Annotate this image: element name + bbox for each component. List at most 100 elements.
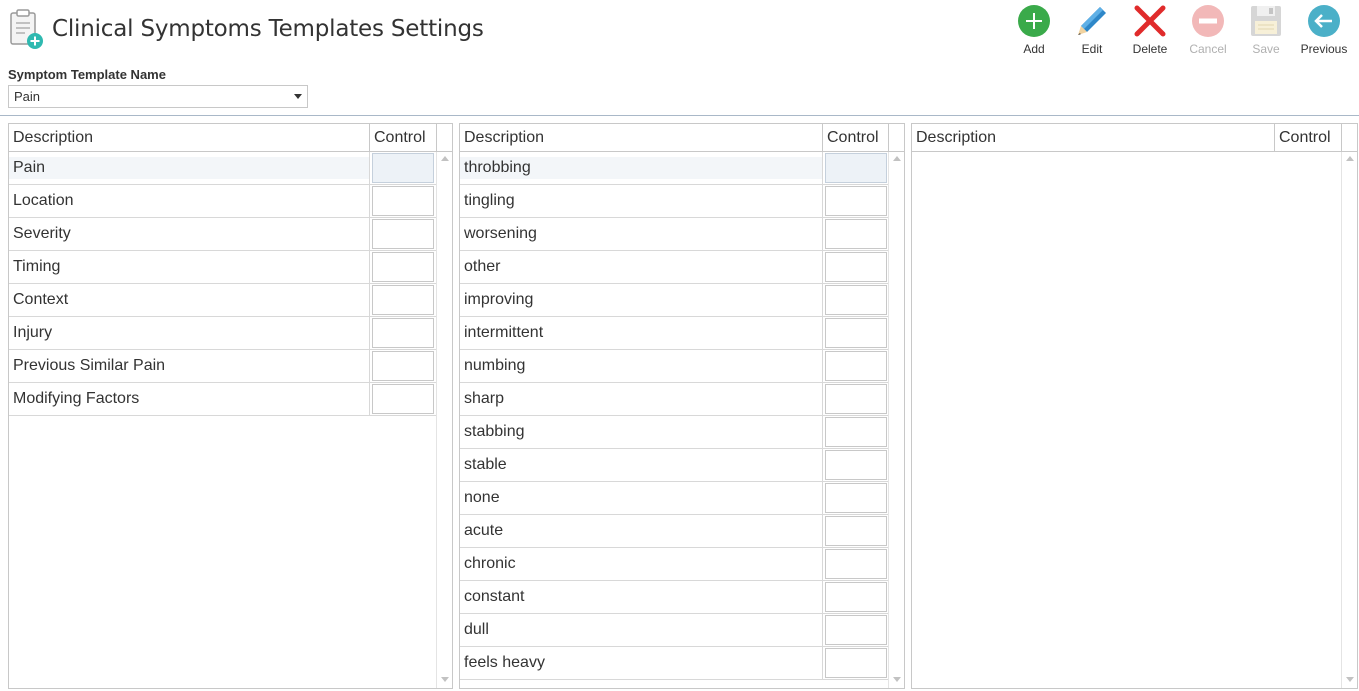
column-header-description[interactable]: Description <box>912 124 1275 151</box>
add-button[interactable]: Add <box>1005 4 1063 56</box>
row-description[interactable]: improving <box>460 284 823 316</box>
delete-button[interactable]: Delete <box>1121 4 1179 56</box>
row-description[interactable]: feels heavy <box>460 647 823 679</box>
row-control-cell <box>370 185 436 217</box>
row-control-input[interactable] <box>825 318 887 348</box>
column-header-control[interactable]: Control <box>1275 124 1342 151</box>
column-header-description[interactable]: Description <box>9 124 370 151</box>
row-control-input[interactable] <box>825 219 887 249</box>
table-row[interactable]: other <box>460 251 889 284</box>
table-row[interactable]: improving <box>460 284 889 317</box>
row-control-input[interactable] <box>825 549 887 579</box>
template-name-select[interactable]: Pain <box>8 85 308 108</box>
row-description[interactable]: none <box>460 482 823 514</box>
row-description[interactable]: constant <box>460 581 823 613</box>
dropdown-arrow-icon[interactable] <box>294 94 302 99</box>
row-description[interactable]: Context <box>9 284 370 316</box>
row-control-input[interactable] <box>825 483 887 513</box>
previous-button[interactable]: Previous <box>1295 4 1353 56</box>
table-row[interactable]: sharp <box>460 383 889 416</box>
edit-button[interactable]: Edit <box>1063 4 1121 56</box>
row-control-input[interactable] <box>825 351 887 381</box>
table-row[interactable]: feels heavy <box>460 647 889 680</box>
table-row[interactable]: Modifying Factors <box>9 383 436 416</box>
add-icon <box>1018 5 1050 37</box>
row-control-input[interactable] <box>825 153 887 183</box>
row-control-input[interactable] <box>825 516 887 546</box>
save-button[interactable]: Save <box>1237 4 1295 56</box>
row-control-input[interactable] <box>372 384 434 414</box>
table-row[interactable]: none <box>460 482 889 515</box>
table-row[interactable]: stabbing <box>460 416 889 449</box>
row-control-input[interactable] <box>372 186 434 216</box>
row-description[interactable]: sharp <box>460 383 823 415</box>
row-description[interactable]: throbbing <box>460 152 823 184</box>
row-control-cell <box>823 548 889 580</box>
table-row[interactable]: Timing <box>9 251 436 284</box>
table-row[interactable]: numbing <box>460 350 889 383</box>
row-description[interactable]: Timing <box>9 251 370 283</box>
row-control-input[interactable] <box>825 384 887 414</box>
row-description[interactable]: other <box>460 251 823 283</box>
row-description[interactable]: numbing <box>460 350 823 382</box>
cancel-button[interactable]: Cancel <box>1179 4 1237 56</box>
row-description[interactable]: Severity <box>9 218 370 250</box>
row-control-input[interactable] <box>372 252 434 282</box>
column-header-control[interactable]: Control <box>823 124 889 151</box>
row-control-input[interactable] <box>825 450 887 480</box>
table-row[interactable]: Location <box>9 185 436 218</box>
row-description[interactable]: worsening <box>460 218 823 250</box>
table-row[interactable]: Context <box>9 284 436 317</box>
table-row[interactable]: chronic <box>460 548 889 581</box>
row-control-input[interactable] <box>372 219 434 249</box>
grid-scrollbar[interactable] <box>888 152 904 688</box>
row-description[interactable]: Previous Similar Pain <box>9 350 370 382</box>
row-description[interactable]: Injury <box>9 317 370 349</box>
row-description[interactable]: Modifying Factors <box>9 383 370 415</box>
row-description[interactable]: tingling <box>460 185 823 217</box>
scroll-down-icon[interactable] <box>893 677 901 682</box>
table-row[interactable]: acute <box>460 515 889 548</box>
row-control-input[interactable] <box>825 648 887 678</box>
row-description[interactable]: Location <box>9 185 370 217</box>
row-control-input[interactable] <box>825 186 887 216</box>
table-row[interactable]: throbbing <box>460 152 889 185</box>
table-row[interactable]: Severity <box>9 218 436 251</box>
row-control-input[interactable] <box>372 351 434 381</box>
row-description[interactable]: stabbing <box>460 416 823 448</box>
table-row[interactable]: constant <box>460 581 889 614</box>
row-control-input[interactable] <box>372 153 434 183</box>
row-control-input[interactable] <box>825 285 887 315</box>
column-header-control[interactable]: Control <box>370 124 437 151</box>
row-control-input[interactable] <box>825 582 887 612</box>
grid-scrollbar[interactable] <box>436 152 452 688</box>
grid-scrollbar[interactable] <box>1341 152 1357 688</box>
row-description[interactable]: chronic <box>460 548 823 580</box>
row-control-input[interactable] <box>825 252 887 282</box>
scroll-down-icon[interactable] <box>1346 677 1354 682</box>
table-row[interactable]: Injury <box>9 317 436 350</box>
row-control-input[interactable] <box>372 318 434 348</box>
table-row[interactable]: stable <box>460 449 889 482</box>
column-header-description[interactable]: Description <box>460 124 823 151</box>
row-control-input[interactable] <box>825 615 887 645</box>
row-control-input[interactable] <box>825 417 887 447</box>
row-control-input[interactable] <box>372 285 434 315</box>
table-row[interactable]: tingling <box>460 185 889 218</box>
table-row[interactable]: Pain <box>9 152 436 185</box>
table-row[interactable]: Previous Similar Pain <box>9 350 436 383</box>
toolbar: Add Edit Delete Cancel Save Previous <box>1005 4 1353 56</box>
table-row[interactable]: dull <box>460 614 889 647</box>
row-description[interactable]: Pain <box>9 152 370 184</box>
add-label: Add <box>1023 42 1045 56</box>
scroll-up-icon[interactable] <box>441 156 449 161</box>
row-description[interactable]: acute <box>460 515 823 547</box>
table-row[interactable]: intermittent <box>460 317 889 350</box>
scroll-up-icon[interactable] <box>893 156 901 161</box>
row-description[interactable]: stable <box>460 449 823 481</box>
row-description[interactable]: dull <box>460 614 823 646</box>
row-description[interactable]: intermittent <box>460 317 823 349</box>
scroll-down-icon[interactable] <box>441 677 449 682</box>
scroll-up-icon[interactable] <box>1346 156 1354 161</box>
table-row[interactable]: worsening <box>460 218 889 251</box>
